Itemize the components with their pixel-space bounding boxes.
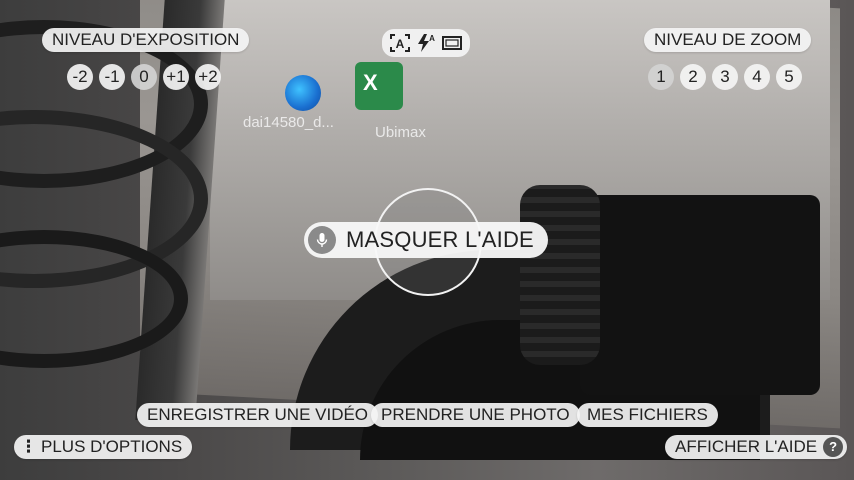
my-files-button[interactable]: MES FICHIERS — [577, 403, 718, 427]
zoom-title: NIVEAU DE ZOOM — [644, 28, 812, 52]
zoom-level-5[interactable]: 5 — [776, 64, 802, 90]
exposure-level-minus1[interactable]: -1 — [99, 64, 125, 90]
exposure-level-plus1[interactable]: +1 — [163, 64, 189, 90]
desktop-file-label: dai14580_d... — [243, 114, 334, 131]
svg-text:A: A — [396, 37, 405, 51]
zoom-level-4[interactable]: 4 — [744, 64, 770, 90]
mount-block — [580, 195, 820, 395]
record-video-button[interactable]: ENREGISTRER UNE VIDÉO — [137, 403, 379, 427]
help-icon: ? — [823, 437, 844, 457]
exposure-level-0[interactable]: 0 — [131, 64, 157, 90]
zoom-level-1[interactable]: 1 — [648, 64, 674, 90]
excel-file-icon: X — [355, 62, 403, 110]
aspect-ratio-icon[interactable] — [441, 33, 463, 53]
mount-knob — [520, 185, 600, 365]
desktop-file-label: Ubimax — [375, 124, 426, 141]
exposure-level-plus2[interactable]: +2 — [195, 64, 221, 90]
flash-auto-icon[interactable]: A — [415, 33, 437, 53]
camera-settings-group: A A — [382, 29, 470, 57]
hide-help-label: MASQUER L'AIDE — [346, 227, 534, 252]
zoom-level-2[interactable]: 2 — [680, 64, 706, 90]
show-help-button[interactable]: AFFICHER L'AIDE ? — [665, 435, 848, 459]
svg-text:A: A — [429, 34, 435, 43]
more-vertical-icon: ⋮ — [20, 437, 37, 456]
zoom-level-3[interactable]: 3 — [712, 64, 738, 90]
take-photo-button[interactable]: PRENDRE UNE PHOTO — [371, 403, 580, 427]
hide-help-button[interactable]: MASQUER L'AIDE — [304, 222, 548, 258]
exposure-level-minus2[interactable]: -2 — [67, 64, 93, 90]
show-help-label: AFFICHER L'AIDE — [675, 437, 818, 456]
autofocus-icon[interactable]: A — [389, 33, 411, 53]
microphone-icon — [308, 226, 336, 254]
more-options-label: PLUS D'OPTIONS — [41, 437, 183, 456]
edge-file-icon — [285, 75, 321, 111]
more-options-button[interactable]: ⋮ PLUS D'OPTIONS — [14, 435, 193, 459]
exposure-title: NIVEAU D'EXPOSITION — [42, 28, 250, 52]
